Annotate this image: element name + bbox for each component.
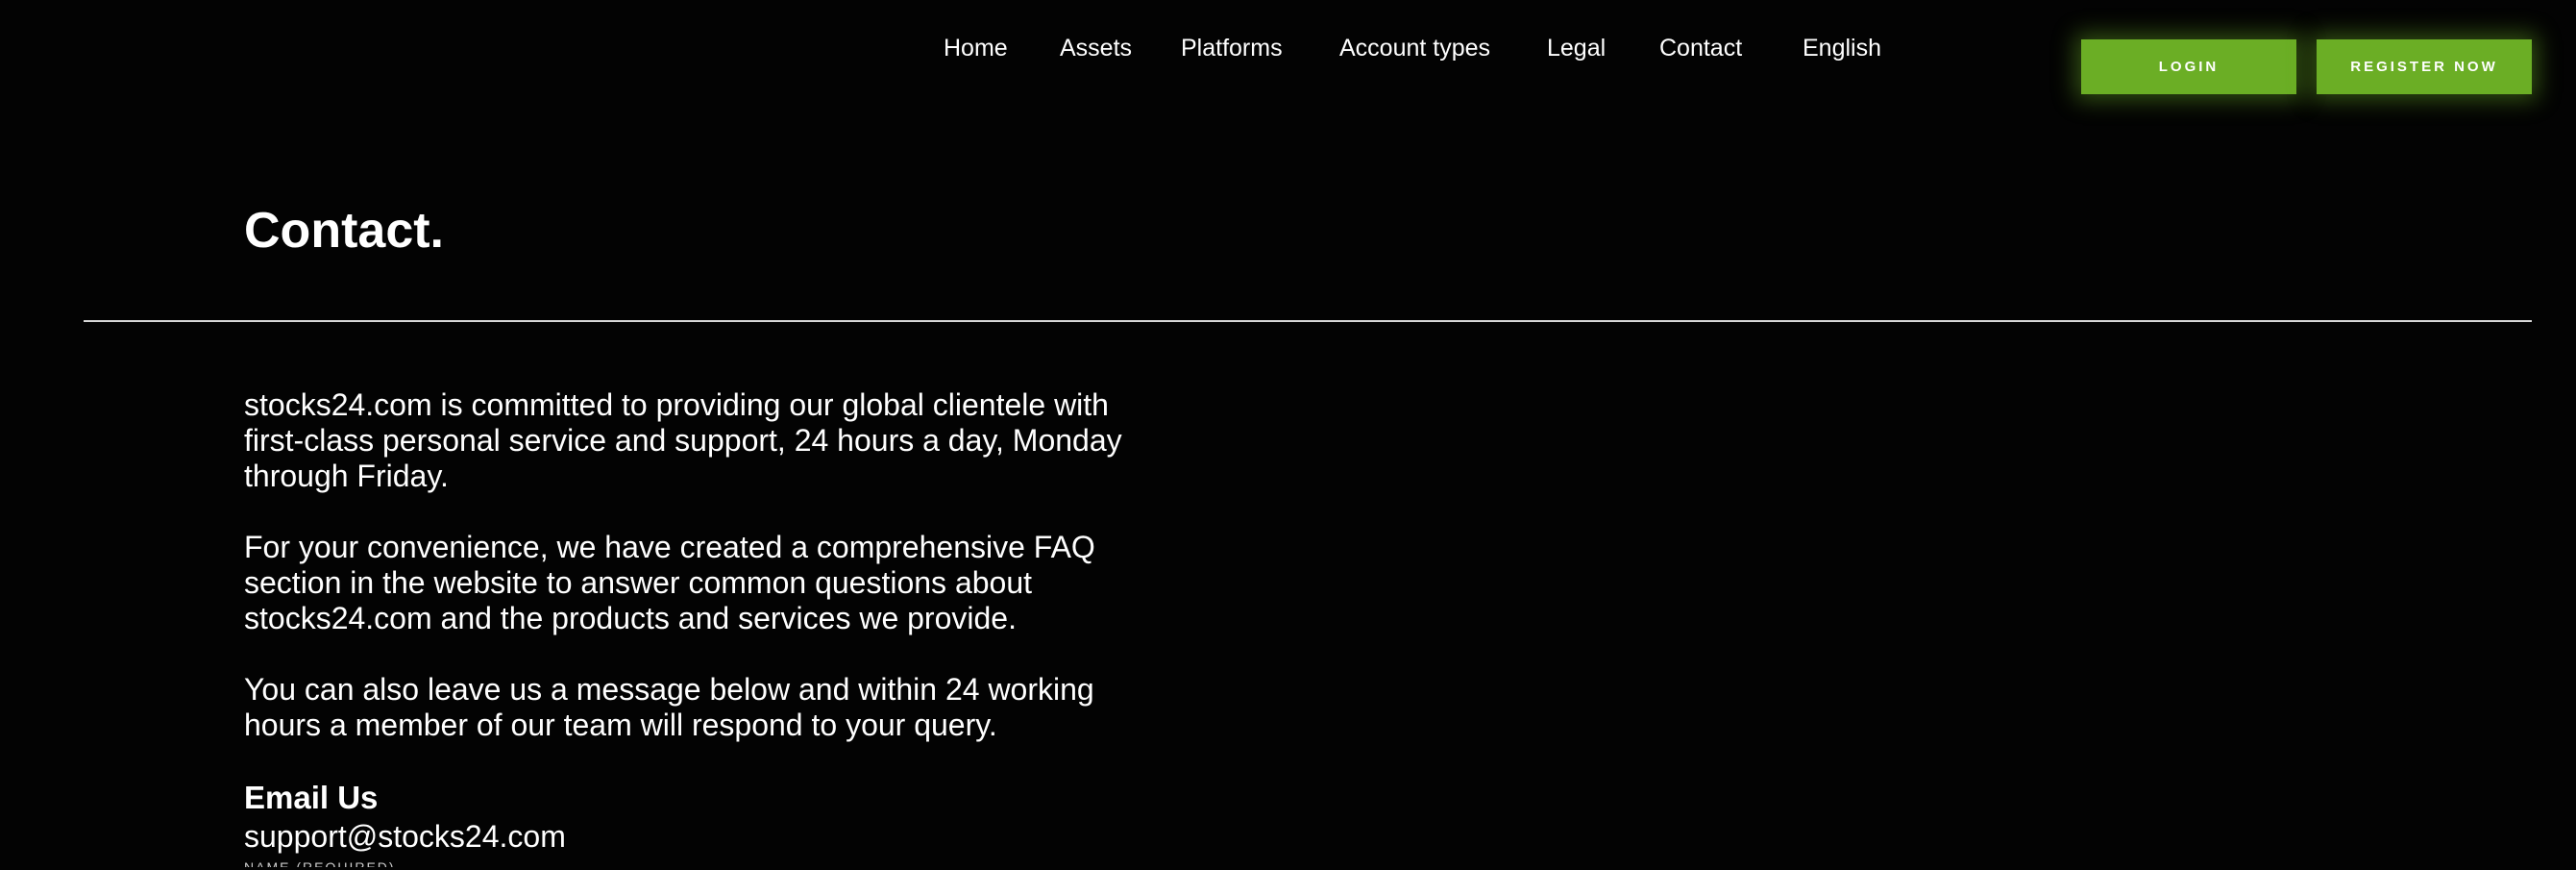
contact-content: stocks24.com is committed to providing o… <box>244 387 1147 867</box>
login-button[interactable]: LOGIN <box>2081 39 2296 94</box>
message-paragraph: You can also leave us a message below an… <box>244 672 1094 742</box>
register-now-button[interactable]: REGISTER NOW <box>2317 39 2532 94</box>
nav-platforms-link[interactable]: Platforms <box>1181 29 1283 67</box>
nav-account-types-link[interactable]: Account types <box>1339 29 1490 67</box>
name-field-label: NAME (REQUIRED) <box>244 859 396 867</box>
email-us-heading: Email Us <box>244 780 379 815</box>
nav-assets-link[interactable]: Assets <box>1060 29 1132 67</box>
support-email-link[interactable]: support@stocks24.com <box>244 817 1147 856</box>
page: Home Assets Platforms Account types Lega… <box>0 0 2576 870</box>
intro-paragraph: stocks24.com is committed to providing o… <box>244 387 1122 493</box>
language-selector[interactable]: English <box>1803 29 1881 67</box>
faq-paragraph: For your convenience, we have created a … <box>244 530 1095 635</box>
nav-home-link[interactable]: Home <box>944 29 1008 67</box>
nav-contact-link[interactable]: Contact <box>1659 29 1742 67</box>
nav-legal-link[interactable]: Legal <box>1547 29 1606 67</box>
section-divider <box>84 320 2532 322</box>
page-title: Contact. <box>244 203 444 259</box>
